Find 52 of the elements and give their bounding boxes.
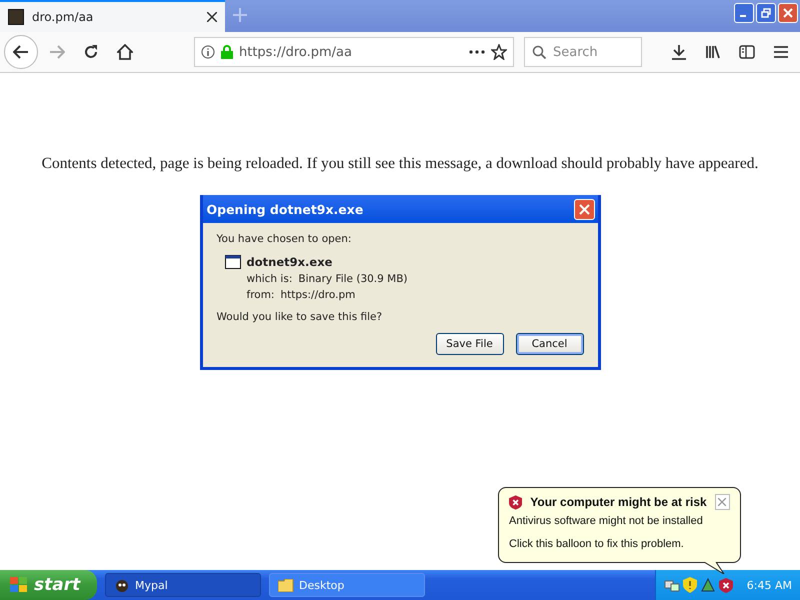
info-icon[interactable] [201, 45, 215, 59]
clock: 6:45 AM [746, 578, 792, 592]
search-icon [532, 45, 546, 59]
folder-icon [278, 578, 294, 592]
address-bar[interactable]: https://dro.pm/aa [194, 37, 514, 67]
minimize-button[interactable] [734, 3, 754, 23]
source-label: from: [246, 289, 274, 301]
close-icon [783, 8, 793, 18]
windows-logo-icon [10, 577, 28, 593]
menu-icon [774, 46, 788, 58]
type-label: which is: [246, 273, 292, 285]
balloon-text: Antivirus software might not be installed [509, 515, 704, 527]
browser-tab[interactable]: dro.pm/aa [0, 0, 225, 32]
shield-icon [683, 577, 697, 593]
start-button[interactable]: start [0, 570, 97, 600]
back-button[interactable] [4, 35, 38, 69]
search-field[interactable]: Search [524, 37, 642, 67]
library-icon [705, 45, 721, 59]
close-button[interactable] [714, 494, 730, 510]
star-icon[interactable] [491, 44, 507, 60]
dialog-title: Opening dotnet9x.exe [206, 202, 364, 216]
close-icon[interactable] [207, 12, 217, 22]
page-message: Contents detected, page is being reloaded. If you still see this message, a download should probably have appeared. [42, 155, 758, 173]
window-icon [224, 255, 240, 269]
download-icon [671, 44, 687, 60]
taskbar-button[interactable]: Desktop [269, 573, 425, 597]
lock-icon [221, 45, 233, 59]
forward-icon [49, 45, 65, 59]
taskbar-button[interactable]: Mypal [105, 573, 261, 597]
dialog-button[interactable]: Save File [436, 333, 504, 355]
dialog-question: Would you like to save this file? [216, 311, 384, 323]
type-value: Binary File (30.9 MB) [298, 273, 408, 285]
restore-icon [761, 8, 771, 18]
close-icon [718, 498, 726, 506]
restore-button[interactable] [756, 3, 776, 23]
file-name: dotnet9x.exe [246, 255, 332, 269]
balloon-title: Your computer might be at risk [530, 495, 707, 509]
app-icon [114, 578, 130, 592]
more-icon[interactable] [469, 50, 485, 54]
back-icon [13, 45, 29, 59]
notification-balloon[interactable]: Your computer might be at risk Antivirus software might not be installed Click this balloon to fix this problem. [498, 487, 741, 563]
dialog-button[interactable]: Cancel [516, 333, 584, 355]
site-favicon-icon [8, 9, 24, 25]
balloon-text: Click this balloon to fix this problem. [509, 538, 685, 550]
home-icon [117, 44, 133, 60]
dialog-intro: You have chosen to open: [216, 233, 352, 245]
source-value: https://dro.pm [280, 289, 356, 301]
sidebar-icon [739, 45, 755, 59]
close-icon [578, 204, 590, 214]
shield-icon [509, 494, 522, 510]
shield-icon [719, 578, 733, 592]
reload-icon [83, 44, 99, 60]
